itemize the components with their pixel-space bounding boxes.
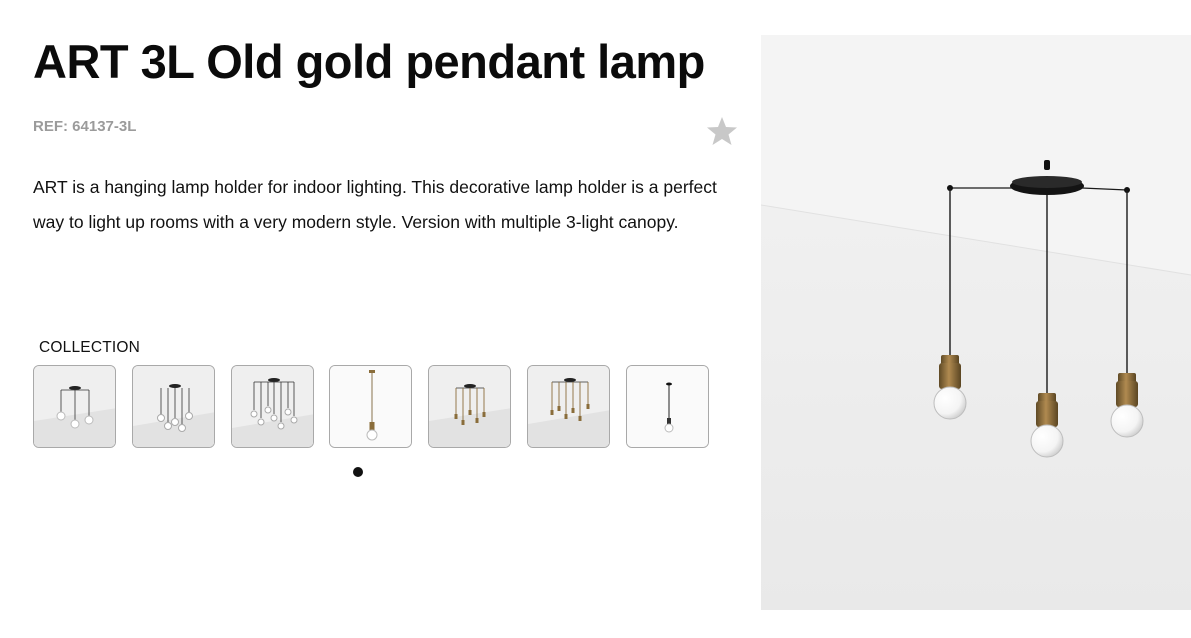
star-icon xyxy=(707,117,737,145)
product-title: ART 3L Old gold pendant lamp xyxy=(33,35,705,88)
pendant-lamp-illustration xyxy=(761,35,1191,610)
thumb-art-7l[interactable] xyxy=(231,365,314,448)
product-reference: REF: 64137-3L xyxy=(33,118,137,135)
product-main-image xyxy=(761,35,1191,610)
thumb-art-3l-gold[interactable] xyxy=(428,365,511,448)
thumb-art-1l-gold[interactable] xyxy=(329,365,412,448)
pagination-dot-1[interactable] xyxy=(353,467,363,477)
thumb-art-5l-gold[interactable] xyxy=(527,365,610,448)
thumb-art-5l[interactable] xyxy=(132,365,215,448)
collection-heading: COLLECTION xyxy=(39,339,141,356)
product-description: ART is a hanging lamp holder for indoor … xyxy=(33,177,717,232)
thumb-art-3l[interactable] xyxy=(33,365,116,448)
thumb-art-1l-black[interactable] xyxy=(626,365,709,448)
favorite-button[interactable] xyxy=(706,115,738,147)
